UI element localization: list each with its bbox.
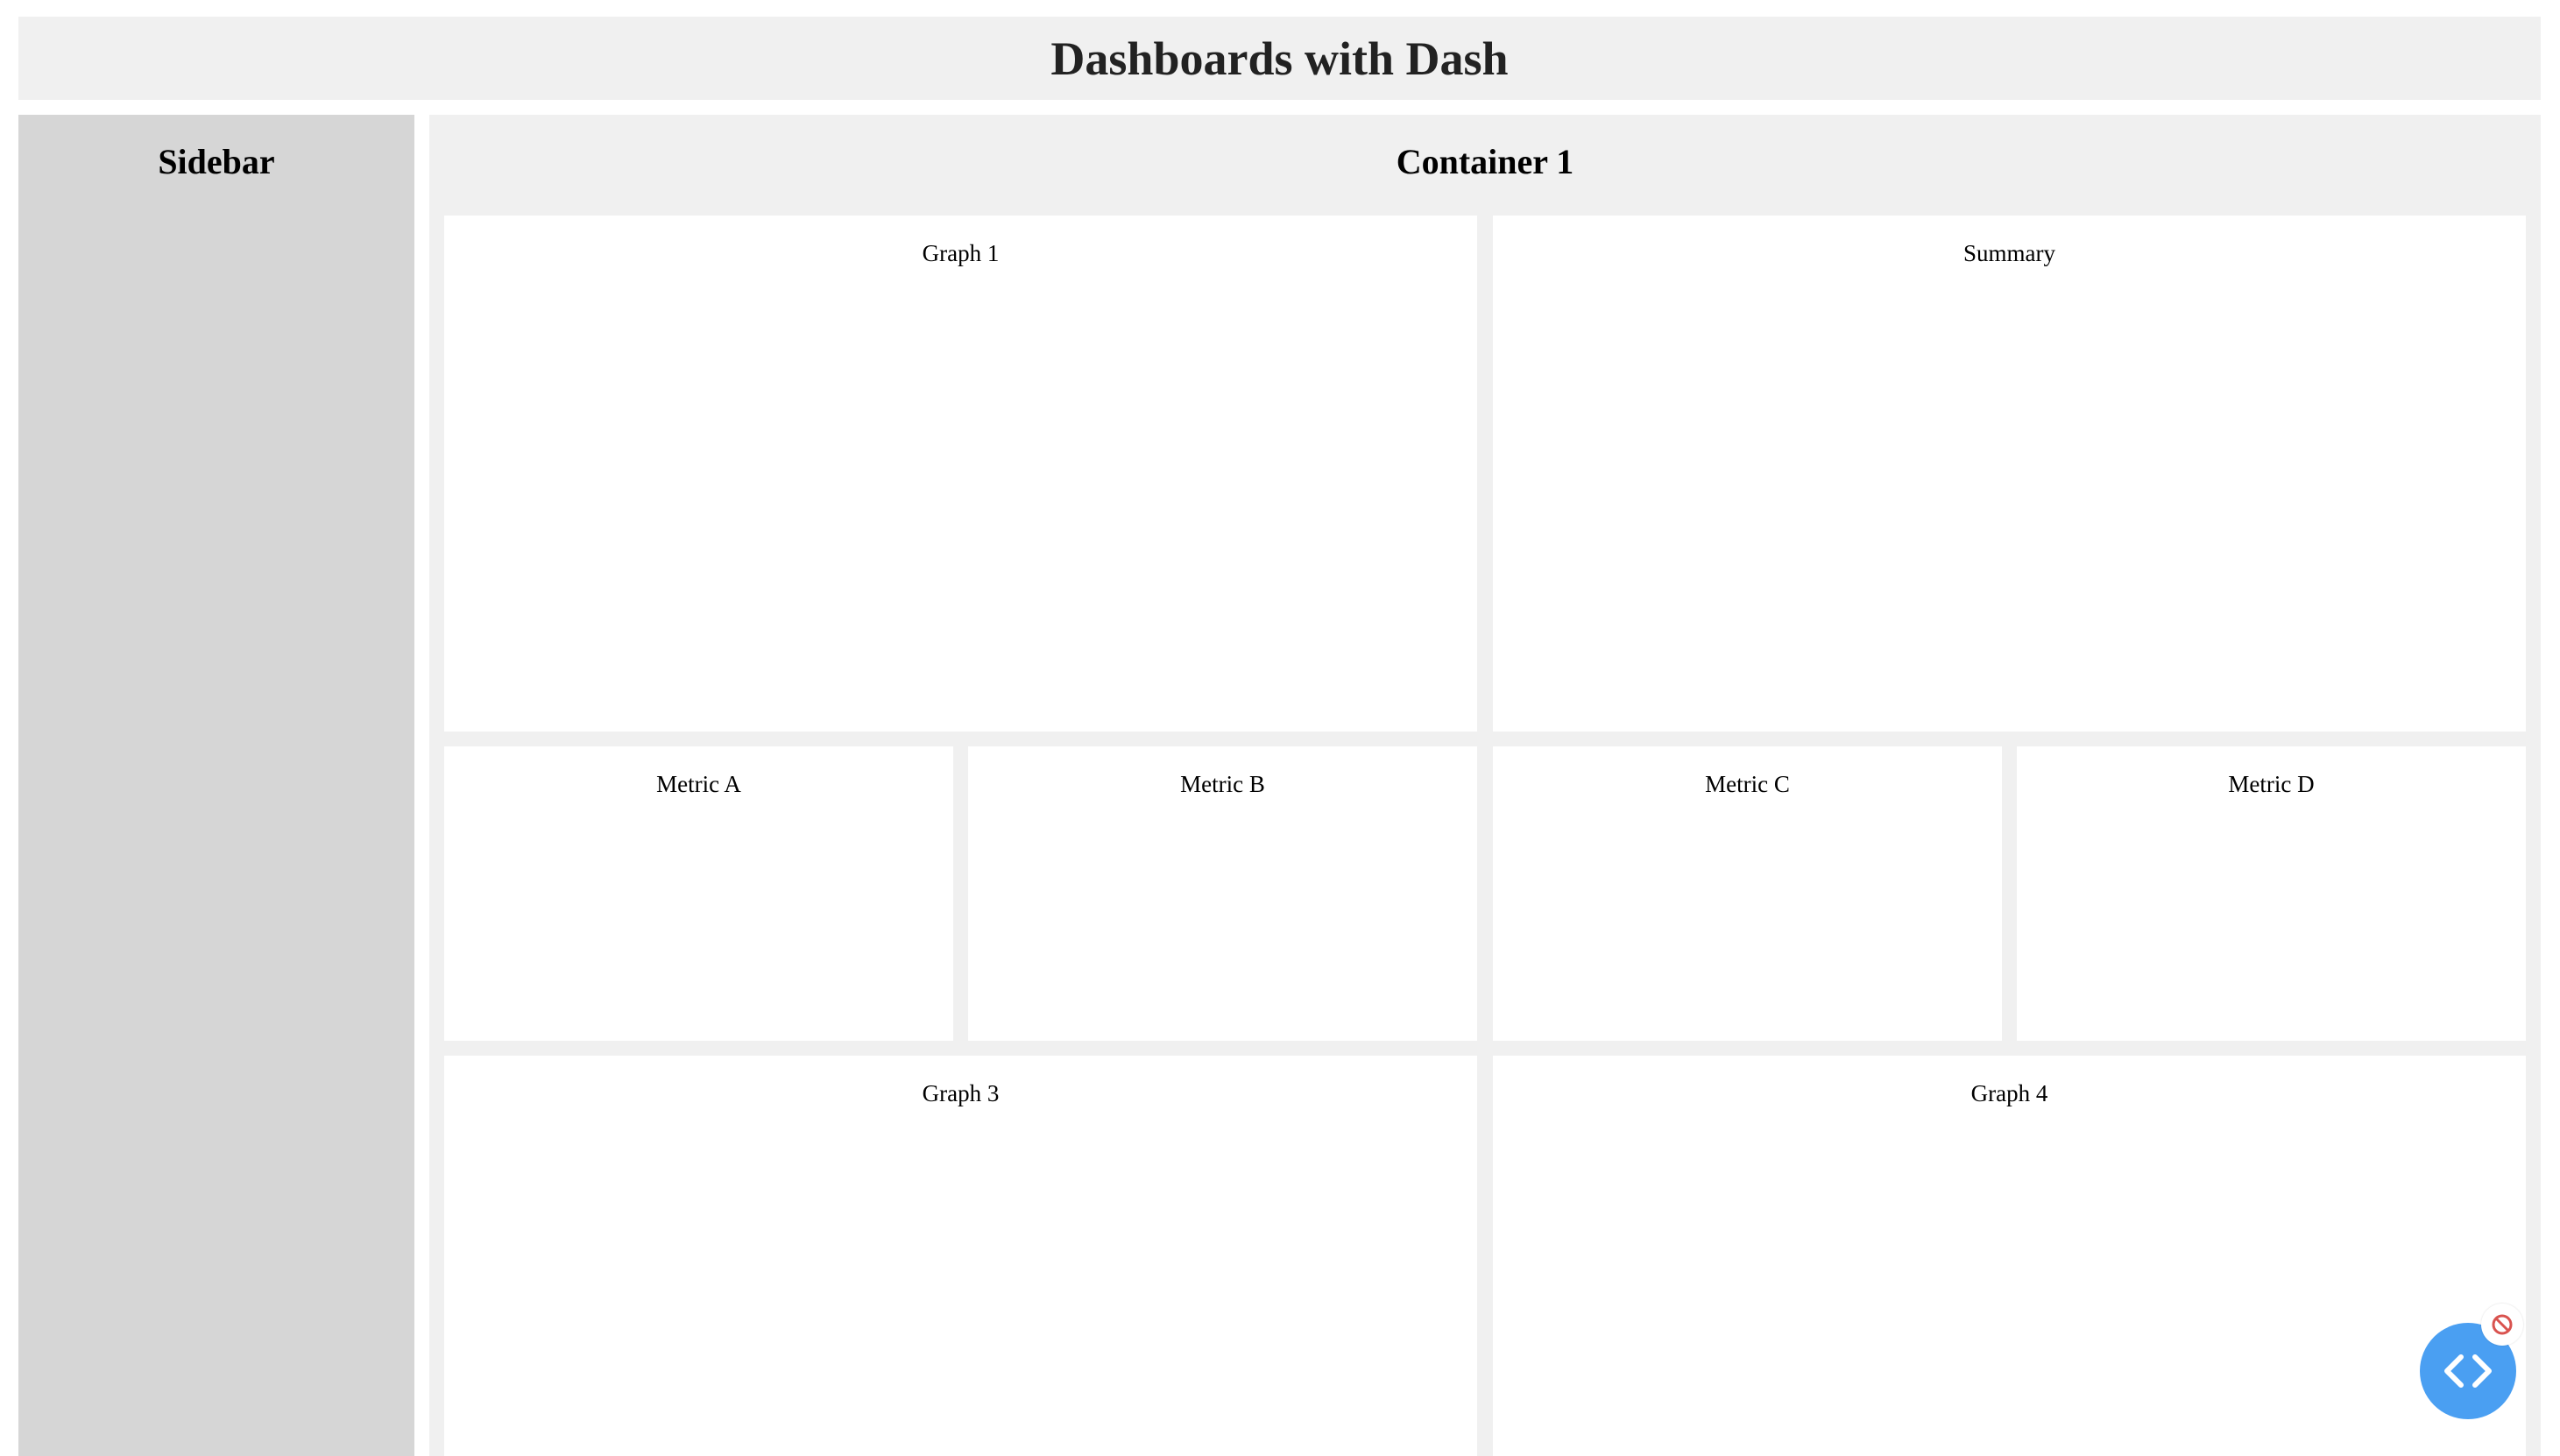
graph-1-title: Graph 1 (922, 240, 1000, 266)
metric-d-title: Metric D (2228, 771, 2315, 797)
summary-title: Summary (1963, 240, 2055, 266)
metric-a-panel: Metric A (444, 746, 953, 1041)
metric-b-panel: Metric B (968, 746, 1477, 1041)
metric-c-title: Metric C (1705, 771, 1790, 797)
code-brackets-icon (2444, 1354, 2492, 1388)
graph-4-panel: Graph 4 (1493, 1056, 2526, 1456)
graph-1-panel: Graph 1 (444, 216, 1477, 732)
graph-4-title: Graph 4 (1970, 1080, 2048, 1106)
metric-c-panel: Metric C (1493, 746, 2002, 1041)
graph-3-panel: Graph 3 (444, 1056, 1477, 1456)
metric-d-panel: Metric D (2017, 746, 2526, 1041)
summary-panel: Summary (1493, 216, 2526, 732)
metric-b-title: Metric B (1180, 771, 1265, 797)
page-header: Dashboards with Dash (18, 17, 2541, 100)
graph-3-title: Graph 3 (922, 1080, 1000, 1106)
sidebar: Sidebar (18, 115, 414, 1456)
container-1: Container 1 Graph 1 Summary Metric A Met… (429, 115, 2541, 1456)
page-title: Dashboards with Dash (1050, 32, 1509, 85)
container-title: Container 1 (1396, 142, 1574, 181)
blocked-icon (2492, 1314, 2513, 1335)
metric-a-title: Metric A (656, 771, 741, 797)
sidebar-title: Sidebar (158, 142, 275, 181)
devtools-status-badge[interactable] (2481, 1304, 2523, 1346)
